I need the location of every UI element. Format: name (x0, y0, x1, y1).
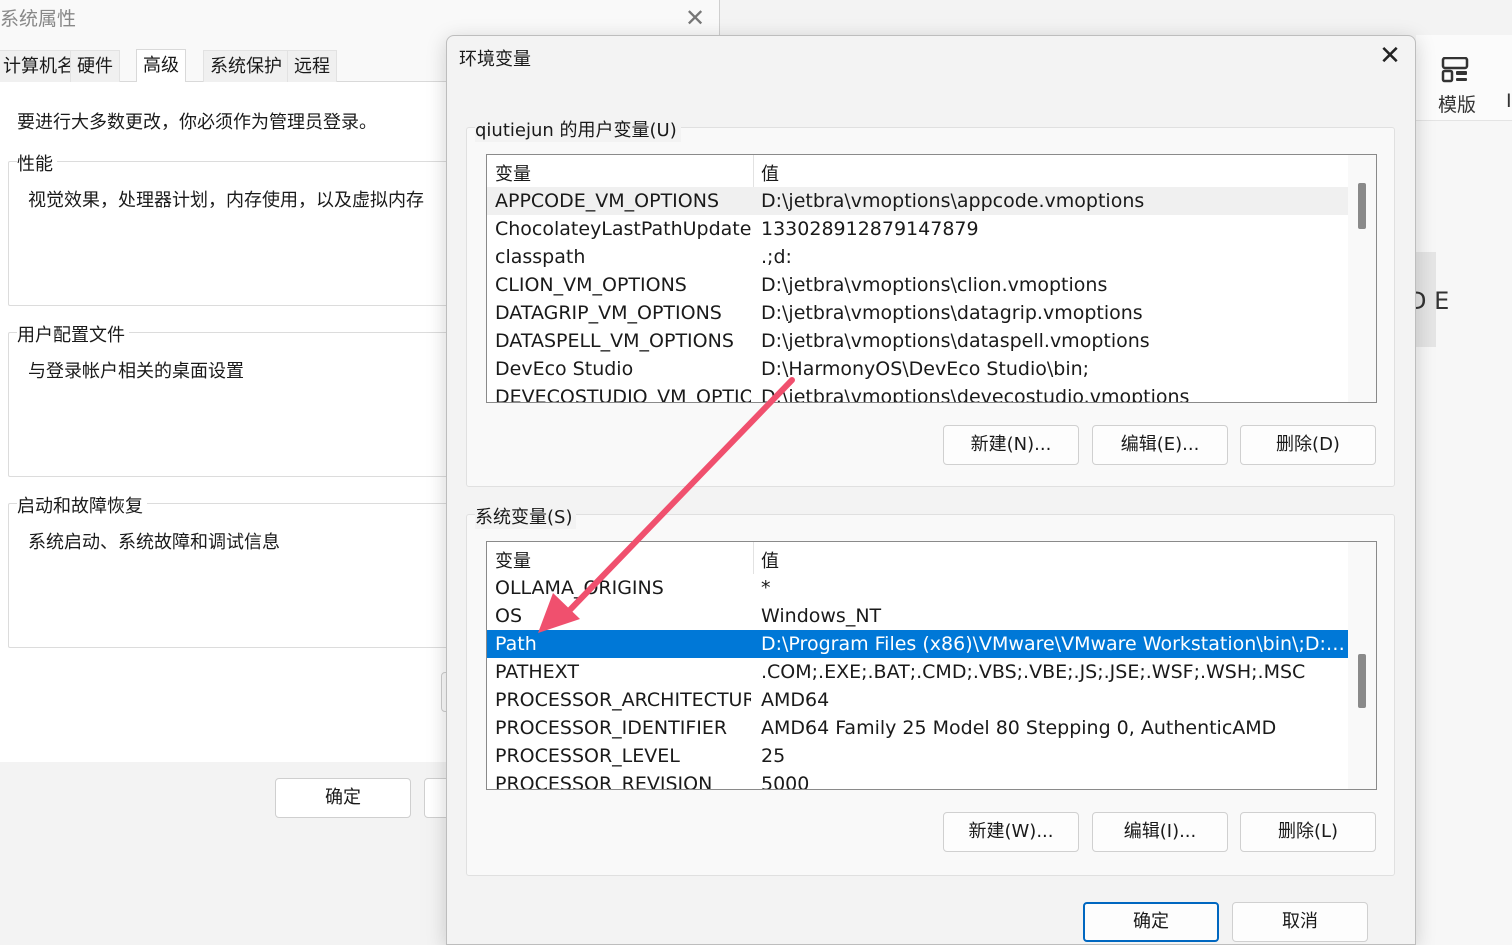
scrollbar-thumb[interactable] (1358, 183, 1366, 229)
user-edit-button[interactable]: 编辑(E)... (1092, 425, 1228, 465)
column-header-value[interactable]: 值 (761, 160, 779, 186)
tab-hardware[interactable]: 硬件 (70, 50, 120, 82)
table-row[interactable]: PATHEXT .COM;.EXE;.BAT;.CMD;.VBS;.VBE;.JS… (487, 658, 1349, 686)
table-row[interactable]: classpath .;d: (487, 243, 1349, 271)
variable-name: DevEco Studio (495, 358, 634, 380)
user-profiles-group (8, 332, 478, 477)
variable-name: PROCESSOR_REVISION (495, 773, 713, 790)
user-variables-rows: APPCODE_VM_OPTIONS D:\jetbra\vmoptions\ap… (487, 187, 1349, 403)
startup-recovery-group (8, 503, 478, 648)
variable-name: Path (495, 633, 537, 655)
system-new-button[interactable]: 新建(W)... (943, 812, 1079, 852)
variable-name: DEVECOSTUDIO_VM_OPTIO (495, 386, 751, 403)
variable-value: D:\jetbra\vmoptions\dataspell.vmoptions (761, 330, 1150, 352)
toolbar-edge-label: I (1506, 90, 1512, 112)
variable-name: PROCESSOR_ARCHITECTURE (495, 689, 751, 711)
table-row[interactable]: DATASPELL_VM_OPTIONS D:\jetbra\vmoptions\… (487, 327, 1349, 355)
variable-value: 133028912879147879 (761, 218, 979, 240)
table-row[interactable]: OLLAMA_ORIGINS * (487, 574, 1349, 602)
dialog-title: 环境变量 (459, 49, 531, 70)
variable-value: .;d: (761, 246, 792, 268)
variable-value: .COM;.EXE;.BAT;.CMD;.VBS;.VBE;.JS;.JSE;.… (761, 661, 1306, 683)
background-app (1416, 35, 1512, 945)
vertical-scrollbar[interactable] (1348, 155, 1376, 402)
variable-name: ChocolateyLastPathUpdate (495, 218, 751, 240)
user-variables-list[interactable]: 变量 值 APPCODE_VM_OPTIONS D:\jetbra\vmoptio… (486, 154, 1377, 403)
table-row[interactable]: APPCODE_VM_OPTIONS D:\jetbra\vmoptions\ap… (487, 187, 1349, 215)
variable-value: D:\Program Files (x86)\VMware\VMware Wor… (761, 633, 1349, 655)
performance-title: 性能 (17, 150, 57, 176)
list-header: 变量 值 (487, 155, 1349, 187)
variable-value: 5000 (761, 773, 810, 790)
close-icon[interactable]: ✕ (684, 4, 706, 32)
scrollbar-thumb[interactable] (1358, 654, 1366, 708)
table-row[interactable]: DevEco Studio D:\HarmonyOS\DevEco Studio\… (487, 355, 1349, 383)
template-icon[interactable] (1441, 57, 1469, 83)
column-header-variable[interactable]: 变量 (495, 160, 531, 186)
performance-desc: 视觉效果，处理器计划，内存使用，以及虚拟内存 (28, 190, 424, 211)
column-divider[interactable] (753, 155, 754, 187)
column-header-value[interactable]: 值 (761, 547, 779, 573)
system-variables-title: 系统变量(S) (475, 503, 577, 529)
variable-name: APPCODE_VM_OPTIONS (495, 190, 720, 212)
list-header: 变量 值 (487, 542, 1349, 574)
startup-recovery-desc: 系统启动、系统故障和调试信息 (28, 532, 280, 553)
table-row[interactable]: PROCESSOR_ARCHITECTURE AMD64 (487, 686, 1349, 714)
variable-value: D:\jetbra\vmoptions\appcode.vmoptions (761, 190, 1145, 212)
tab-remote[interactable]: 远程 (287, 50, 337, 82)
user-profiles-title: 用户配置文件 (17, 321, 129, 347)
variable-value: 25 (761, 745, 786, 767)
variable-name: CLION_VM_OPTIONS (495, 274, 687, 296)
system-edit-button[interactable]: 编辑(I)... (1092, 812, 1228, 852)
window-title: 系统属性 (0, 8, 77, 30)
variable-value: * (761, 577, 771, 599)
variable-value: AMD64 Family 25 Model 80 Stepping 0, Aut… (761, 717, 1277, 739)
column-header-variable[interactable]: 变量 (495, 547, 531, 573)
variable-name: PROCESSOR_IDENTIFIER (495, 717, 728, 739)
table-row[interactable]: ChocolateyLastPathUpdate 1330289128791478… (487, 215, 1349, 243)
table-row[interactable]: Path D:\Program Files (x86)\VMware\VMware… (487, 630, 1349, 658)
variable-value: D:\jetbra\vmoptions\datagrip.vmoptions (761, 302, 1143, 324)
system-variables-rows: OLLAMA_ORIGINS * OS Windows_NT Path D:\Progra… (487, 574, 1349, 790)
variable-value: Windows_NT (761, 605, 882, 627)
variable-value: D:\jetbra\vmoptions\clion.vmoptions (761, 274, 1108, 296)
user-variables-title: qiutiejun 的用户变量(U) (475, 116, 681, 142)
vertical-scrollbar[interactable] (1348, 542, 1376, 789)
user-profiles-desc: 与登录帐户相关的桌面设置 (28, 361, 244, 382)
table-row[interactable]: DATAGRIP_VM_OPTIONS D:\jetbra\vmoptions\d… (487, 299, 1349, 327)
tab-advanced[interactable]: 高级 (136, 49, 186, 83)
table-row[interactable]: DEVECOSTUDIO_VM_OPTIO D:\jetbra\vmoptions… (487, 383, 1349, 403)
table-row[interactable]: PROCESSOR_LEVEL 25 (487, 742, 1349, 770)
table-row[interactable]: OS Windows_NT (487, 602, 1349, 630)
performance-group (8, 161, 478, 306)
variable-value: AMD64 (761, 689, 830, 711)
dialog-ok-button[interactable]: 确定 (1083, 902, 1219, 942)
variable-name: DATASPELL_VM_OPTIONS (495, 330, 734, 352)
system-variables-list[interactable]: 变量 值 OLLAMA_ORIGINS * OS Windows_NT Path D:\P… (486, 541, 1377, 790)
close-icon[interactable]: ✕ (1376, 42, 1404, 70)
column-divider[interactable] (753, 542, 754, 574)
variable-name: classpath (495, 246, 586, 268)
template-label[interactable]: 模版 (1438, 90, 1476, 117)
dialog-cancel-button[interactable]: 取消 (1232, 902, 1368, 942)
variable-name: PROCESSOR_LEVEL (495, 745, 680, 767)
table-row[interactable]: PROCESSOR_IDENTIFIER AMD64 Family 25 Mode… (487, 714, 1349, 742)
user-delete-button[interactable]: 删除(D) (1240, 425, 1376, 465)
ok-button[interactable]: 确定 (275, 778, 411, 818)
variable-name: DATAGRIP_VM_OPTIONS (495, 302, 722, 324)
variable-name: PATHEXT (495, 661, 579, 683)
variable-value: D:\HarmonyOS\DevEco Studio\bin; (761, 358, 1090, 380)
table-row[interactable]: CLION_VM_OPTIONS D:\jetbra\vmoptions\clio… (487, 271, 1349, 299)
variable-name: OLLAMA_ORIGINS (495, 577, 664, 599)
variable-value: D:\jetbra\vmoptions\devecostudio.vmoptio… (761, 386, 1190, 403)
admin-note: 要进行大多数更改，你必须作为管理员登录。 (17, 112, 377, 133)
system-delete-button[interactable]: 删除(L) (1240, 812, 1376, 852)
startup-recovery-title: 启动和故障恢复 (17, 492, 147, 518)
tab-system-protection[interactable]: 系统保护 (203, 50, 289, 82)
variable-name: OS (495, 605, 523, 627)
user-new-button[interactable]: 新建(N)... (943, 425, 1079, 465)
table-row[interactable]: PROCESSOR_REVISION 5000 (487, 770, 1349, 790)
